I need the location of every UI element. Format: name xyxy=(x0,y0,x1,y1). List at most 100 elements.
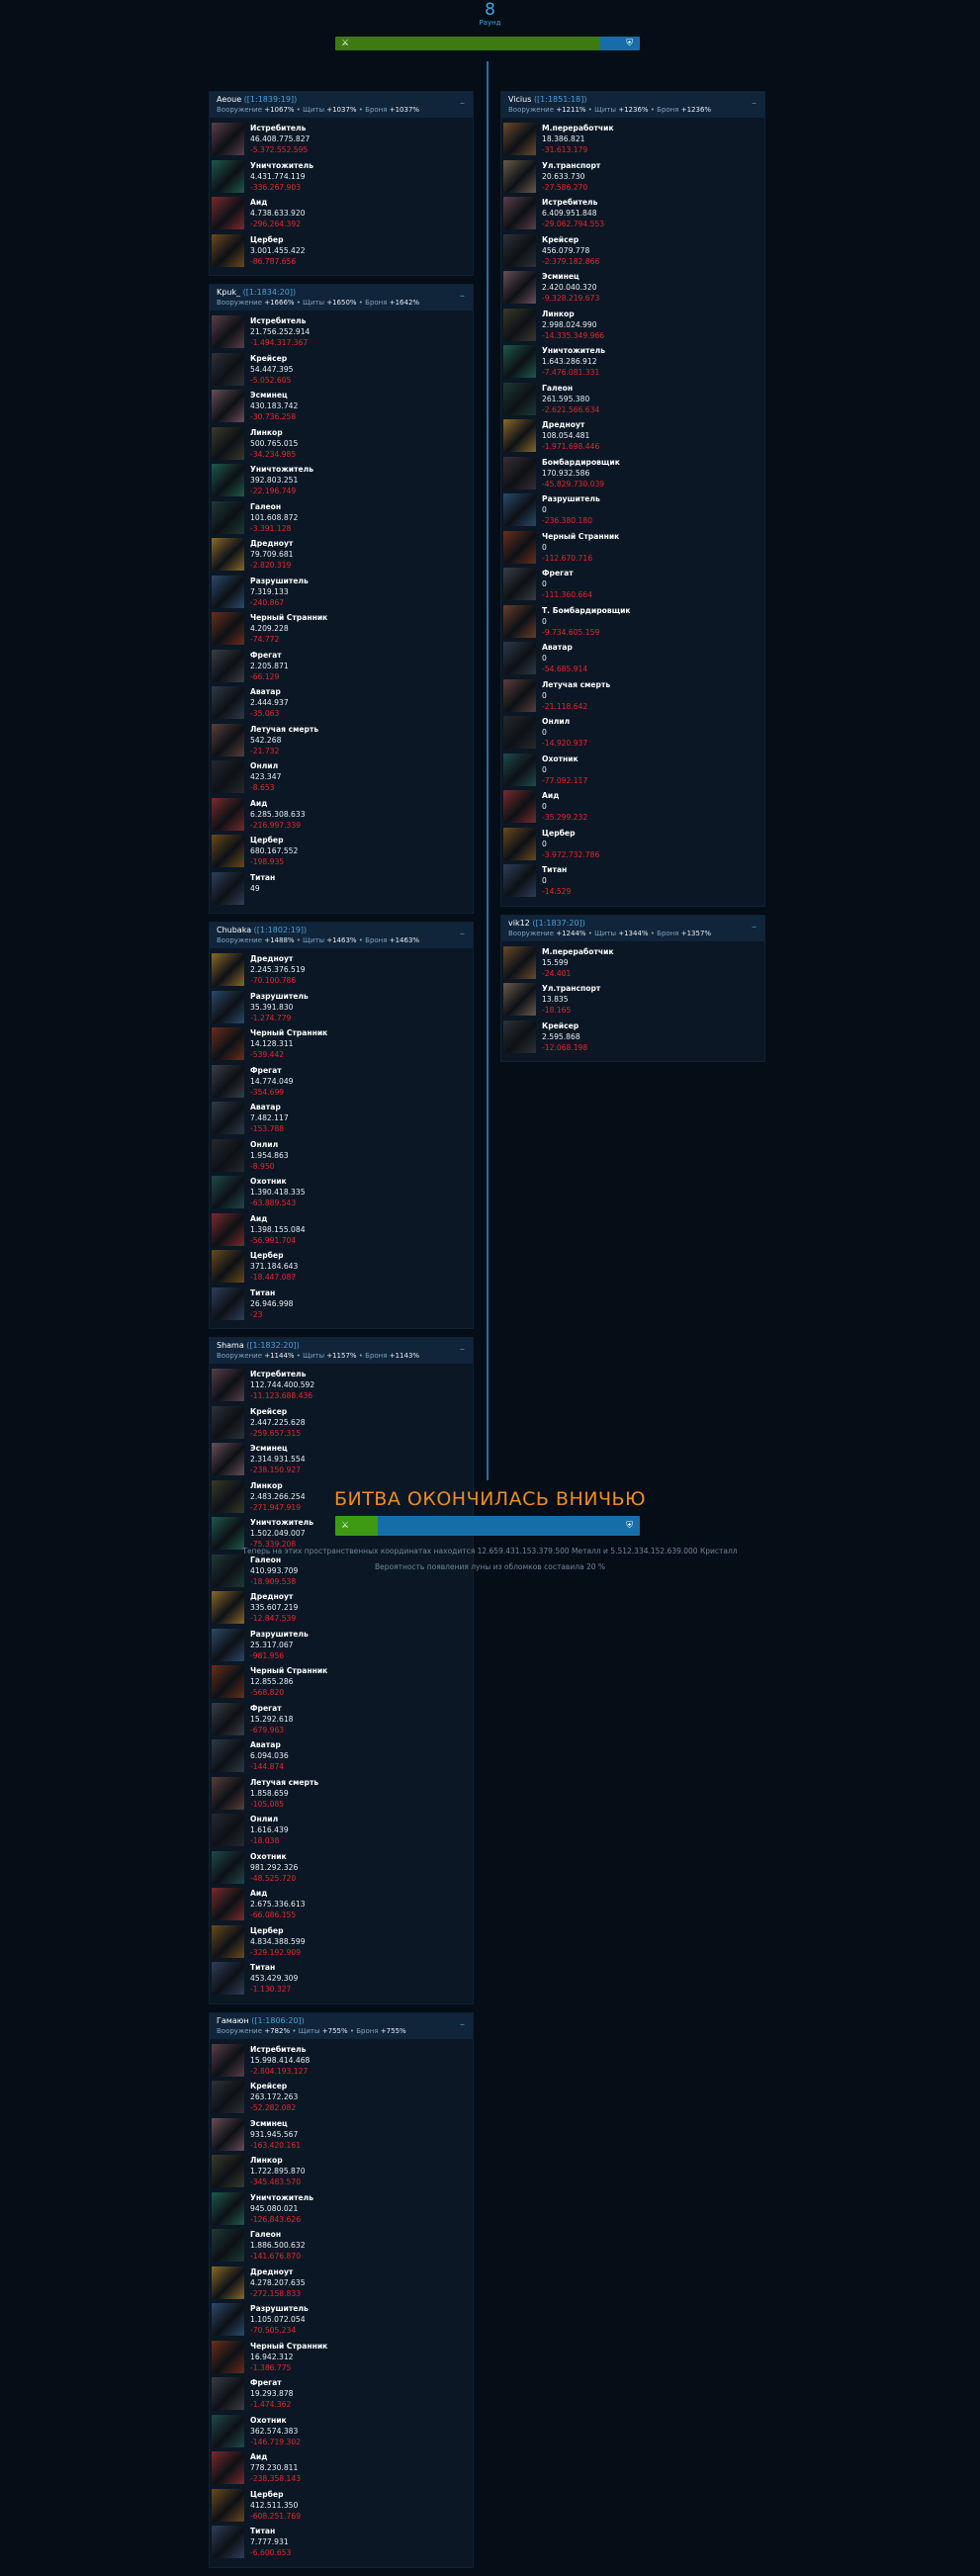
ship-name: Титан xyxy=(542,865,568,874)
ship-entry: Титан 49 xyxy=(212,871,342,910)
shields-label: Щиты xyxy=(298,2026,320,2035)
onlil-icon xyxy=(212,1814,244,1846)
player-coords[interactable]: ([1:1832:20]) xyxy=(246,1341,300,1350)
ship-grid: Истребитель 15.998.414.468 -2.804.193.127 К… xyxy=(210,2039,473,2567)
flying-death-icon xyxy=(503,678,536,712)
ship-count: 7.777.931 xyxy=(250,2537,289,2546)
collapse-toggle[interactable]: – xyxy=(752,922,757,933)
player-name[interactable]: Shama xyxy=(217,1341,244,1350)
ship-count: 7.482.117 xyxy=(250,1113,289,1122)
ship-entry: Черный Странник 16.942.312 -1.386.775 xyxy=(212,2340,342,2378)
shields-bonus: +755% xyxy=(321,2026,348,2035)
escort-icon xyxy=(503,271,536,304)
cerberus-icon xyxy=(212,1924,244,1958)
ship-loss: -568.820 xyxy=(250,1688,285,1697)
player-name[interactable]: Chubaka xyxy=(217,926,251,934)
ship-name: Истребитель xyxy=(542,198,598,207)
ship-loss: -146.719.302 xyxy=(250,2437,302,2446)
ship-loss: -163.420.161 xyxy=(250,2140,302,2150)
ship-loss: -18.909.538 xyxy=(250,1576,297,1586)
frigate-icon xyxy=(212,1064,244,1098)
ship-loss: -12.068.198 xyxy=(542,1042,588,1052)
ship-loss: -52.282.082 xyxy=(250,2103,297,2112)
weapons-label: Вооружение xyxy=(508,106,554,114)
player-name[interactable]: Гамаюн xyxy=(217,2016,249,2025)
sword-icon: ⚔ xyxy=(341,39,350,48)
ship-info: Онлил 0 -14.920.937 xyxy=(542,716,587,754)
ship-count: 18.386.821 xyxy=(542,134,585,143)
cerberus-icon xyxy=(212,2488,244,2522)
ship-name: Аид xyxy=(250,2452,268,2461)
ship-name: Уничтожитель xyxy=(542,346,606,355)
player-name[interactable]: Kpuk_ xyxy=(217,288,240,297)
ship-info: Дредноут 335.607.219 -12.847.539 xyxy=(250,1591,298,1629)
titan-icon xyxy=(212,871,244,905)
ship-entry: Крейсер 2.447.225.628 -259.657.315 xyxy=(212,1405,342,1444)
hades-icon xyxy=(212,197,244,229)
collapse-toggle[interactable]: – xyxy=(460,292,465,302)
ship-info: Фрегат 14.774.049 -354.699 xyxy=(250,1065,293,1103)
black-wanderer-icon xyxy=(212,612,244,645)
ship-entry: Онлил 1.954.863 -8.950 xyxy=(212,1138,342,1177)
ship-loss: -54.685.914 xyxy=(542,665,588,673)
battleship-icon xyxy=(503,308,536,341)
onlil-icon xyxy=(503,716,536,749)
ship-count: 981.292.326 xyxy=(250,1862,299,1872)
galleon-icon xyxy=(212,2229,244,2262)
player-coords[interactable]: ([1:1837:20]) xyxy=(532,919,585,928)
collapse-toggle[interactable]: – xyxy=(460,99,465,109)
cruiser-icon xyxy=(212,1405,244,1439)
ship-entry: Онлил 423.347 -8.653 xyxy=(212,760,342,798)
hunter-icon xyxy=(212,1850,244,1884)
player-name[interactable]: vik12 xyxy=(508,919,530,928)
ship-loss: -18.447.087 xyxy=(250,1273,297,1282)
ship-name: Фрегат xyxy=(250,2378,282,2387)
ship-info: Эсминец 931.945.567 -163.420.161 xyxy=(250,2118,301,2156)
ship-loss: -70.100.786 xyxy=(250,976,297,985)
ship-info: Аид 1.398.155.084 -56.991.704 xyxy=(250,1213,306,1251)
weapons-label: Вооружение xyxy=(217,1352,262,1360)
hades-icon xyxy=(212,2451,244,2484)
collapse-toggle[interactable]: – xyxy=(460,930,465,939)
collapse-toggle[interactable]: – xyxy=(460,1345,465,1355)
ship-entry: Истребитель 46.408.775.827 -5.372.552.595 xyxy=(212,123,342,160)
collapse-toggle[interactable]: – xyxy=(460,2019,465,2030)
ship-count: 108.054.481 xyxy=(542,431,590,440)
ship-info: Цербер 680.167.552 -198.935 xyxy=(250,835,298,872)
destroyer-icon xyxy=(212,1517,244,1550)
ship-info: Онлил 1.954.863 -8.950 xyxy=(250,1139,289,1177)
fighter-icon xyxy=(212,123,244,155)
ship-info: Линкор 2.998.024.990 -14.335.349.966 xyxy=(542,309,604,346)
hades-icon xyxy=(212,1212,244,1246)
ship-info: Галеон 261.595.380 -2.621.566.634 xyxy=(542,383,599,420)
ship-entry: Истребитель 21.756.252.914 -1.494.317.367 xyxy=(212,315,342,353)
ship-count: 0 xyxy=(542,579,547,588)
ship-loss: -3.972.732.786 xyxy=(542,849,600,859)
ship-count: 500.765.015 xyxy=(250,438,299,448)
frigate-icon xyxy=(212,649,244,682)
armor-label: Броня xyxy=(365,1352,388,1360)
destroyer-icon xyxy=(503,345,536,378)
recycler-icon xyxy=(503,123,536,155)
ship-loss: -6.600.653 xyxy=(250,2548,292,2557)
ship-loss: -981.956 xyxy=(250,1650,285,1660)
collapse-toggle[interactable]: – xyxy=(752,99,757,109)
ship-entry: Охотник 1.390.418.335 -63.889.543 xyxy=(212,1176,342,1213)
player-name[interactable]: Aeoue xyxy=(217,95,241,104)
ship-info: Ул.транспорт 13.835 -18.165 xyxy=(542,983,600,1021)
fleet-panel: Vicius ([1:1851:18]) Вооружение +1211% • … xyxy=(500,91,765,907)
player-coords[interactable]: ([1:1851:18]) xyxy=(534,95,587,104)
ship-entry: Черный Странник 4.209.228 -74.772 xyxy=(212,612,342,650)
player-coords[interactable]: ([1:1806:20]) xyxy=(251,2016,305,2025)
galleon-icon xyxy=(212,500,244,534)
ship-loss: -14.920.937 xyxy=(542,739,588,748)
fleet-header: Vicius ([1:1851:18]) Вооружение +1211% • … xyxy=(501,92,764,118)
ship-name: Онлил xyxy=(250,1139,279,1149)
ship-entry: Охотник 0 -77.092.117 xyxy=(503,753,634,791)
player-coords[interactable]: ([1:1802:19]) xyxy=(254,926,308,934)
player-name[interactable]: Vicius xyxy=(508,95,531,104)
separator-dot: • xyxy=(648,106,658,114)
player-coords[interactable]: ([1:1834:20]) xyxy=(243,288,297,297)
ship-info: Аид 4.738.633.920 -296.264.392 xyxy=(250,197,306,234)
player-coords[interactable]: ([1:1839:19]) xyxy=(244,95,298,104)
